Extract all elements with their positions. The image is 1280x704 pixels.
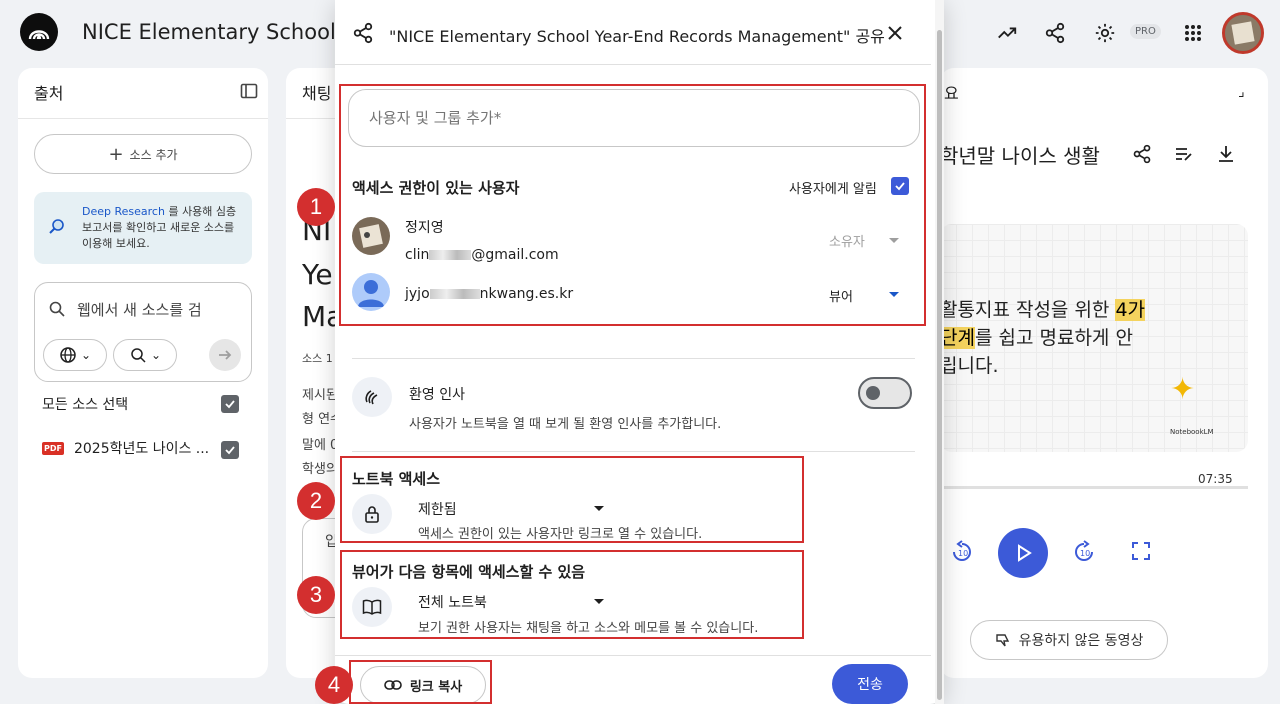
video-progress-bar[interactable]: [940, 486, 1248, 489]
forward-10-icon[interactable]: 10: [1072, 540, 1098, 566]
annotation-number: 1: [297, 188, 335, 226]
chevron-down-icon: ⌄: [80, 348, 92, 362]
fullscreen-icon[interactable]: [1130, 540, 1156, 566]
caption-text: 를 쉽고 명료하게 안: [974, 327, 1133, 349]
send-button[interactable]: 전송: [832, 664, 908, 704]
chat-heading-line: Ye: [302, 258, 333, 291]
notebooklm-watermark: NotebookLM: [1170, 428, 1214, 436]
dialog-title: "NICE Elementary School Year-End Records…: [389, 27, 885, 46]
pro-badge: PRO: [1130, 24, 1161, 39]
caption-text: 활통지표 작성을 위한: [940, 299, 1116, 321]
sources-panel-title: 출처: [34, 84, 64, 103]
annotation-number: 4: [315, 666, 353, 704]
sparkle-search-icon: [131, 348, 146, 363]
thumbs-down-icon: [995, 634, 1009, 647]
notebooklm-logo-icon[interactable]: [20, 13, 58, 51]
video-caption: 활통지표 작성을 위한 4가 단계를 쉽고 명료하게 안 립니다.: [940, 296, 1146, 380]
source-item[interactable]: PDF 2025학년도 나이스 ...: [42, 438, 209, 458]
chat-body-line: 제시된: [302, 388, 338, 403]
search-magnifier-icon: [49, 219, 64, 234]
chat-panel-title: 채팅: [302, 84, 332, 103]
analytics-icon[interactable]: [994, 20, 1020, 46]
dialog-scrollbar-thumb[interactable]: [937, 30, 942, 700]
annotation-number: 3: [297, 576, 335, 614]
share-icon[interactable]: [1042, 20, 1068, 46]
annotation-box-2: [340, 456, 804, 543]
welcome-icon: [352, 377, 392, 417]
collapse-panel-icon[interactable]: [240, 82, 258, 104]
annotation-box-4: [349, 660, 492, 704]
divider: [352, 358, 915, 359]
rewind-10-icon[interactable]: 10: [950, 540, 976, 566]
divider: [18, 118, 268, 119]
play-button[interactable]: [998, 528, 1048, 578]
annotation-box-3: [340, 550, 804, 639]
svg-text:10: 10: [1080, 549, 1090, 558]
not-useful-button[interactable]: 유용하지 않은 동영상: [970, 620, 1168, 660]
add-source-label: 소스 추가: [129, 147, 178, 162]
not-useful-label: 유용하지 않은 동영상: [1018, 633, 1144, 649]
search-icon: [49, 301, 65, 317]
close-icon[interactable]: [886, 24, 904, 42]
welcome-title: 환영 인사: [409, 387, 465, 403]
source-name: 2025학년도 나이스 ...: [73, 441, 210, 457]
studio-panel-title: 요: [944, 84, 959, 103]
chevron-down-icon: ⌄: [150, 348, 162, 362]
settings-icon[interactable]: [1092, 20, 1118, 46]
deep-research-banner[interactable]: Deep Research 를 사용해 심층 보고서를 확인하고 새로운 소스를…: [34, 192, 252, 264]
arrow-right-icon: [219, 350, 232, 360]
notebook-title[interactable]: NICE Elementary School Y: [82, 20, 355, 44]
globe-icon: [60, 347, 76, 363]
chat-body-line: 학생의: [302, 462, 338, 477]
web-search-input[interactable]: 웹에서 새 소스를 검: [77, 299, 202, 320]
share-icon: [353, 22, 373, 44]
source-count: 소스 1: [302, 352, 333, 365]
share-icon[interactable]: [1132, 144, 1152, 168]
video-preview[interactable]: 활통지표 작성을 위한 4가 단계를 쉽고 명료하게 안 립니다. ✦ Note…: [940, 224, 1248, 452]
web-source-dropdown[interactable]: ⌄: [43, 339, 107, 371]
download-icon[interactable]: [1216, 144, 1236, 168]
sparkle-icon: ✦: [1170, 372, 1196, 407]
add-source-button[interactable]: + 소스 추가: [34, 134, 252, 174]
studio-panel: 요 ⌟ 학년말 나이스 생활 활통지표 작성을 위한 4가 단계를 쉽고 명료하…: [940, 68, 1268, 678]
annotation-box-1: [339, 84, 926, 326]
welcome-toggle[interactable]: [858, 377, 912, 409]
pdf-icon: PDF: [42, 441, 64, 455]
toggle-knob: [866, 386, 880, 400]
plus-icon: +: [108, 143, 124, 165]
caption-text: 립니다.: [940, 355, 999, 377]
research-mode-dropdown[interactable]: ⌄: [113, 339, 177, 371]
submit-search-button[interactable]: [209, 339, 241, 371]
play-icon: [1018, 544, 1032, 562]
caption-highlight: 단계: [940, 327, 975, 349]
svg-text:10: 10: [958, 549, 968, 558]
dialog-header: "NICE Elementary School Year-End Records…: [335, 0, 944, 64]
collapse-icon[interactable]: ⌟: [1238, 84, 1245, 100]
caption-highlight: 4가: [1115, 299, 1146, 321]
divider: [335, 64, 931, 65]
transcript-icon[interactable]: [1174, 144, 1194, 168]
video-duration: 07:35: [1198, 472, 1233, 486]
deep-research-link[interactable]: Deep Research: [82, 205, 165, 218]
divider: [335, 655, 931, 656]
select-all-checkbox[interactable]: [221, 395, 239, 413]
welcome-desc: 사용자가 노트북을 열 때 보게 될 환영 인사를 추가합니다.: [409, 417, 722, 432]
web-search-box[interactable]: 웹에서 새 소스를 검 ⌄ ⌄: [34, 282, 252, 382]
overview-title: 학년말 나이스 생활: [940, 144, 1100, 168]
chat-body-line: 말에 0: [302, 438, 339, 453]
apps-grid-icon[interactable]: [1180, 20, 1206, 46]
sources-panel: 출처 + 소스 추가 Deep Research 를 사용해 심층 보고서를 확…: [18, 68, 268, 678]
divider: [352, 451, 915, 452]
select-all-label: 모든 소스 선택: [42, 397, 129, 413]
source-checkbox[interactable]: [221, 441, 239, 459]
account-avatar[interactable]: [1222, 12, 1264, 54]
annotation-number: 2: [297, 482, 335, 520]
